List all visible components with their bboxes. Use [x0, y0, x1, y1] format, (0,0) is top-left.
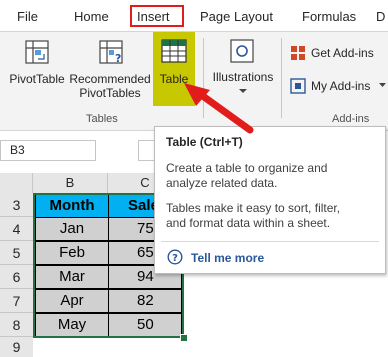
help-icon: ? — [167, 249, 183, 265]
grid-corner[interactable] — [0, 173, 33, 193]
tooltip-desc-line-4: and format data within a sheet. — [166, 216, 331, 230]
illustrations-icon — [230, 39, 254, 63]
row-header-3[interactable]: 3 — [0, 193, 33, 217]
svg-text:?: ? — [172, 253, 178, 264]
tooltip-desc-line-2: analyze related data. — [166, 176, 278, 190]
row-header-8[interactable]: 8 — [0, 313, 33, 337]
my-addins-dropdown-icon[interactable] — [379, 83, 386, 88]
column-header-b[interactable]: B — [33, 173, 108, 193]
tab-data[interactable]: D — [376, 8, 385, 25]
pivottable-icon — [25, 40, 49, 64]
my-addins-button[interactable]: My Add-ins — [288, 76, 386, 96]
store-icon — [291, 46, 305, 60]
row-header-6[interactable]: 6 — [0, 265, 33, 289]
ribbon-separator-2 — [281, 38, 282, 118]
tab-home[interactable]: Home — [74, 8, 109, 25]
group-label-addins: Add-ins — [332, 113, 370, 125]
get-addins-button[interactable]: Get Add-ins — [288, 43, 386, 63]
tell-me-more-link[interactable]: Tell me more — [191, 251, 264, 265]
group-label-tables: Tables — [86, 113, 118, 125]
table-icon — [161, 39, 187, 63]
insert-tab-highlight — [130, 5, 184, 27]
row-header-7[interactable]: 7 — [0, 289, 33, 313]
get-addins-label: Get Add-ins — [311, 46, 374, 60]
fill-handle[interactable] — [180, 334, 188, 342]
tab-page-layout[interactable]: Page Layout — [200, 8, 273, 25]
tab-formulas[interactable]: Formulas — [302, 8, 356, 25]
svg-text:?: ? — [115, 52, 121, 65]
table-tooltip: Table (Ctrl+T) Create a table to organiz… — [154, 126, 386, 274]
name-box[interactable]: B3 — [0, 140, 96, 161]
tooltip-divider — [161, 241, 379, 242]
row-header-9[interactable]: 9 — [0, 337, 33, 357]
row-header-4[interactable]: 4 — [0, 217, 33, 241]
tooltip-desc-line-3: Tables make it easy to sort, filter, — [166, 201, 341, 215]
recommended-pivottables-label-2: PivotTables — [79, 86, 141, 100]
recommended-pivottables-label-1: Recommended — [69, 72, 151, 86]
pivottable-button[interactable]: PivotTable — [6, 34, 68, 106]
addin-icon — [290, 78, 306, 94]
tab-file[interactable]: File — [17, 8, 38, 25]
recommended-pivottables-icon: ? — [99, 40, 123, 65]
recommended-pivottables-button[interactable]: ? Recommended PivotTables — [68, 34, 152, 106]
row-header-5[interactable]: 5 — [0, 241, 33, 265]
my-addins-label: My Add-ins — [311, 79, 371, 93]
tooltip-title: Table (Ctrl+T) — [166, 135, 243, 149]
tooltip-desc-line-1: Create a table to organize and — [166, 161, 328, 175]
callout-arrow-icon — [184, 83, 254, 134]
pivottable-label: PivotTable — [9, 72, 65, 86]
